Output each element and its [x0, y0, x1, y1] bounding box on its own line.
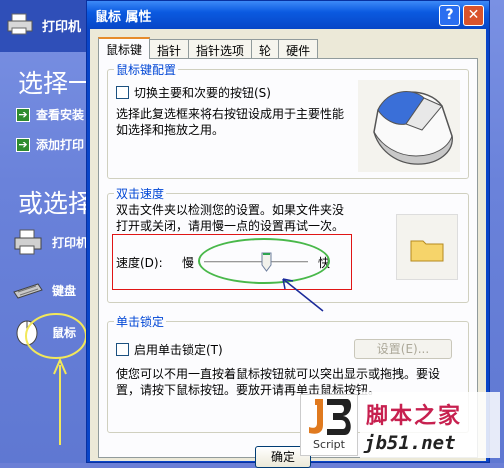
button-config-desc-line2: 如选择和拖放之用。 — [116, 123, 225, 137]
printer-icon — [14, 229, 42, 255]
or-choose-heading: 或选择 — [18, 189, 94, 218]
printer-item[interactable]: 打印机 — [12, 228, 88, 256]
mouse-illustration-icon — [373, 91, 453, 165]
annotation-arrow — [282, 278, 324, 312]
click-lock-title: 单击锁定 — [114, 313, 167, 330]
slow-label: 慢 — [182, 256, 195, 270]
click-lock-checkbox[interactable] — [116, 343, 129, 356]
arrow-right-icon: ➔ — [16, 137, 30, 152]
click-lock-settings-button[interactable]: 设置(E)... — [354, 339, 452, 359]
switch-buttons-checkbox-row[interactable]: 切换主要和次要的按钮(S) — [116, 84, 271, 101]
tab-pointer-options[interactable]: 指针选项 — [188, 39, 253, 59]
test-folder-area[interactable] — [396, 214, 458, 280]
mouse-preview — [358, 80, 460, 172]
choose-heading: 选择一 — [18, 69, 94, 98]
keyboard-item-label: 键盘 — [52, 283, 77, 298]
keyboard-icon — [13, 283, 43, 299]
switch-buttons-label: 切换主要和次要的按钮(S) — [134, 86, 271, 100]
add-printer-link[interactable]: ➔ 添加打印 — [16, 136, 84, 153]
double-click-title: 双击速度 — [114, 185, 167, 202]
speed-label: 速度(D): — [116, 256, 163, 270]
double-click-desc-line1: 双击文件夹以检测您的设置。如果文件夹没 — [116, 203, 345, 217]
printer-item-label: 打印机 — [52, 235, 89, 250]
help-button[interactable]: ? — [439, 5, 460, 26]
double-click-desc-line2: 打开或关闭，请用慢一点的设置再试一次。 — [116, 219, 345, 233]
watermark-logo: Script — [300, 394, 358, 456]
watermark-url: jb51.net — [364, 432, 456, 454]
tab-wheel[interactable]: 轮 — [251, 39, 280, 59]
click-lock-checkbox-row[interactable]: 启用单击锁定(T) — [116, 341, 223, 358]
tab-hardware[interactable]: 硬件 — [278, 39, 319, 59]
dialog-title: 鼠标 属性 — [95, 10, 152, 25]
printer-icon — [7, 13, 33, 35]
button-config-title: 鼠标键配置 — [114, 61, 179, 78]
watermark-script-label: Script — [313, 438, 345, 451]
tab-pointers[interactable]: 指针 — [149, 39, 190, 59]
arrow-right-icon: ➔ — [16, 107, 30, 122]
keyboard-item[interactable]: 键盘 — [12, 276, 76, 304]
control-panel-header[interactable]: 打印机 — [0, 0, 100, 52]
close-button[interactable]: ✕ — [463, 5, 484, 26]
button-config-group: 鼠标键配置 切换主要和次要的按钮(S) 选择此复选框来将右按钮设成用于主要性能 … — [107, 61, 469, 179]
jb-logo-j-icon — [309, 399, 323, 434]
view-installed-link[interactable]: ➔ 查看安装 — [16, 106, 84, 123]
title-bar[interactable]: 鼠标 属性 ? ✕ — [87, 1, 489, 29]
folder-icon — [410, 240, 444, 262]
tab-strip: 鼠标键 指针 指针选项 轮 硬件 — [98, 37, 319, 59]
tab-buttons[interactable]: 鼠标键 — [98, 37, 151, 59]
header-label: 打印机 — [42, 20, 82, 35]
jb-logo-3-icon — [327, 399, 352, 435]
click-lock-desc-line1: 使您可以不用一直按着鼠标按钮就可以突出显示或拖拽。要设 — [116, 367, 441, 381]
switch-buttons-checkbox[interactable] — [116, 86, 129, 99]
button-config-desc-line1: 选择此复选框来将右按钮设成用于主要性能 — [116, 107, 345, 121]
add-printer-label: 添加打印 — [36, 138, 85, 152]
view-installed-label: 查看安装 — [36, 108, 85, 122]
click-lock-label: 启用单击锁定(T) — [134, 343, 223, 357]
watermark-site-name: 脚本之家 — [366, 404, 463, 429]
